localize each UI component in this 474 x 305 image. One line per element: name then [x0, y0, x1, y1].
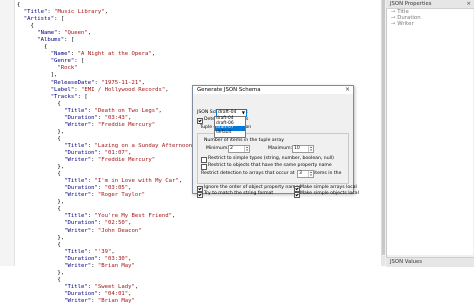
code-line[interactable]: "Title": "Sweet Lady",	[17, 284, 199, 291]
code-line[interactable]: "Writer": "Brian May"	[17, 298, 199, 305]
code-line[interactable]: "Writer": "Roger Taylor"	[17, 192, 199, 199]
code-line[interactable]: {	[17, 136, 199, 143]
dropdown-option[interactable]: default	[215, 130, 245, 136]
code-line[interactable]: {	[17, 242, 199, 249]
make-simple-objects-label: Make simple objects local	[300, 191, 359, 196]
minimum-label: Minimum:	[206, 146, 229, 151]
property-label: Duration	[397, 15, 421, 22]
code-line[interactable]: "Duration": "01:07",	[17, 150, 199, 157]
editor-gutter	[0, 0, 15, 266]
items-in-tuple-label: Number of items in the tuple array	[204, 138, 284, 143]
code-line[interactable]: "Label": "EMI / Hollywood Records",	[17, 87, 199, 94]
code-line[interactable]: "ReleaseDate": "1975-11-21",	[17, 80, 199, 87]
dialog-title: Generate JSON Schema	[197, 87, 261, 93]
code-line[interactable]: {	[17, 206, 199, 213]
property-item[interactable]: ⊸ Writer	[387, 21, 473, 27]
schema-version-dropdown-list[interactable]: draft-04 draft-06 draft-07 default	[214, 116, 246, 138]
minimum-stepper[interactable]: 2 ▴ ▾	[228, 145, 250, 153]
close-icon[interactable]: ×	[345, 86, 350, 94]
code-line[interactable]: "Writer": "Freddie Mercury"	[17, 157, 199, 164]
code-line[interactable]: "Name": "A Night at the Opera",	[17, 51, 199, 58]
json-values-label: JSON Values	[390, 259, 423, 265]
code-line[interactable]: "Duration": "03:43",	[17, 115, 199, 122]
property-label: Title	[397, 9, 409, 15]
code-line[interactable]: "Writer": "John Deacon"	[17, 228, 199, 235]
dialog-title-bar: Generate JSON Schema ×	[193, 86, 353, 94]
code-line[interactable]: "Duration": "04:01",	[17, 291, 199, 298]
code-line[interactable]: "Duration": "03:30",	[17, 256, 199, 263]
code-line[interactable]: "Title": "You're My Best Friend",	[17, 213, 199, 220]
try-match-format-checkbox[interactable]	[197, 192, 203, 198]
property-label: Writer	[397, 21, 414, 28]
schema-version-value: draft-04	[218, 110, 237, 115]
code-line[interactable]: },	[17, 129, 199, 136]
code-line[interactable]: {	[17, 44, 199, 51]
try-match-format-label: Try to match the string format	[204, 191, 274, 196]
restrict-simple-types-checkbox[interactable]	[201, 157, 207, 163]
maximum-label: Maximum:	[268, 146, 293, 151]
restrict-detection-value: 3	[299, 171, 302, 176]
restrict-detection-stepper[interactable]: 3 ▴ ▾	[297, 170, 314, 178]
code-line[interactable]: {	[17, 101, 199, 108]
code-line[interactable]: },	[17, 235, 199, 242]
editor-scrollbar-thumb[interactable]	[382, 0, 385, 255]
restrict-detection-label: Restrict detection to arrays that occur …	[201, 171, 295, 176]
maximum-value: 10	[294, 146, 300, 151]
code-line[interactable]: "Title": "Music Library",	[17, 9, 199, 16]
code-line[interactable]: "Title": "Death on Two Legs",	[17, 108, 199, 115]
code-line[interactable]: },	[17, 199, 199, 206]
code-line[interactable]: {	[17, 171, 199, 178]
minimum-value: 2	[230, 146, 233, 151]
maximum-stepper[interactable]: 10 ▴ ▾	[292, 145, 314, 153]
make-simple-arrays-label: Make simple arrays local	[300, 185, 357, 190]
scroll-down-arrow[interactable]	[381, 256, 385, 266]
restrict-simple-types-label: Restrict to simple types (string, number…	[208, 156, 334, 161]
code-line[interactable]: {	[17, 23, 199, 30]
code-line[interactable]: "Albums": [	[17, 37, 199, 44]
json-properties-title-bar: JSON Properties ×	[386, 0, 474, 9]
close-icon[interactable]: ×	[466, 0, 471, 8]
code-line[interactable]: "Duration": "03:05",	[17, 185, 199, 192]
code-line[interactable]: {	[17, 2, 199, 9]
ignore-order-label: Ignore the order of object property name…	[204, 185, 301, 190]
code-line[interactable]: "Writer": "Brian May"	[17, 263, 199, 270]
stepper-arrows-icon[interactable]: ▴ ▾	[244, 146, 249, 152]
code-line[interactable]: {	[17, 277, 199, 284]
code-area[interactable]: { "Title": "Music Library", "Artists": […	[17, 2, 199, 305]
restrict-detection-suffix: items in the	[314, 171, 342, 176]
code-line[interactable]: "Tracks": [	[17, 94, 199, 101]
code-line[interactable]: },	[17, 164, 199, 171]
code-line[interactable]: },	[17, 270, 199, 277]
code-line[interactable]: "Title": "I'm in Love with My Car",	[17, 178, 199, 185]
code-line[interactable]: "Title": "Lazing on a Sunday Afternoon",	[17, 143, 199, 150]
code-line[interactable]: "Title": "'39",	[17, 249, 199, 256]
code-line[interactable]: "Artists": [	[17, 16, 199, 23]
code-line[interactable]: "Name": "Queen",	[17, 30, 199, 37]
code-line[interactable]: "Rock"	[17, 65, 199, 72]
restrict-same-property-checkbox[interactable]	[201, 164, 207, 170]
panel-title: JSON Properties	[390, 1, 432, 7]
code-line[interactable]: ],	[17, 72, 199, 79]
code-line[interactable]: "Writer": "Freddie Mercury"	[17, 122, 199, 129]
code-line[interactable]: "Duration": "02:50",	[17, 220, 199, 227]
stepper-arrows-icon[interactable]: ▴ ▾	[308, 146, 313, 152]
properties-list: ⊸ Title ⊸ Duration ⊸ Writer	[387, 9, 473, 255]
stepper-arrows-icon[interactable]: ▴ ▾	[308, 171, 313, 177]
detect-array-tuples-checkbox[interactable]	[197, 118, 203, 124]
code-line[interactable]: "Genre": [	[17, 58, 199, 65]
restrict-same-property-label: Restrict to objects that have the same p…	[208, 163, 332, 168]
